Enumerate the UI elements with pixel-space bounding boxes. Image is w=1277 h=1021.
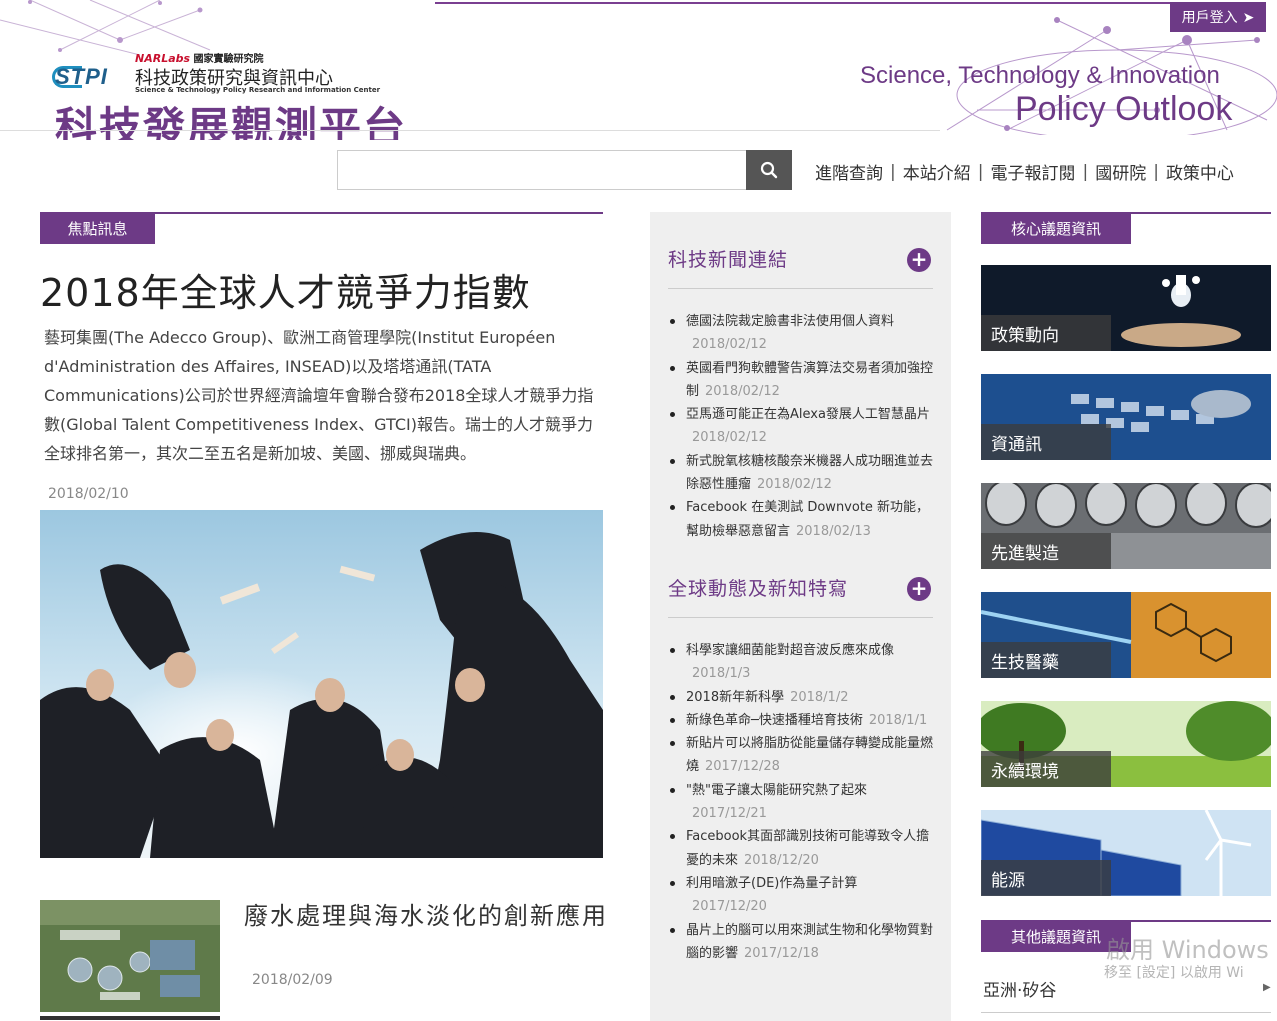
- core-tile-label: 政策動向: [981, 315, 1111, 351]
- list-item[interactable]: "熱"電子讓太陽能研究熱了起來2017/12/21: [668, 779, 936, 826]
- global-news-list: 科學家讓細菌能對超音波反應來成像2018/1/3 2018新年新科學 2018/1…: [668, 639, 936, 965]
- core-tile-ict[interactable]: 資通訊: [981, 374, 1271, 460]
- focus-section-label: 焦點訊息: [40, 212, 155, 244]
- tech-news-title[interactable]: 科技新聞連結: [668, 245, 788, 272]
- nav-separator: |: [977, 161, 984, 182]
- nav-separator: |: [1153, 161, 1159, 182]
- list-item[interactable]: 新貼片可以將脂肪從能量儲存轉變成能量燃燒 2017/12/28: [668, 732, 936, 779]
- tech-news-divider: [668, 288, 933, 289]
- nav-policy-center[interactable]: 政策中心: [1166, 159, 1234, 184]
- tagline-line1: Science, Technology & Innovation: [860, 62, 1220, 89]
- other-item-asia-silicon-valley[interactable]: 亞洲·矽谷: [983, 976, 1056, 1001]
- tech-news-list: 德國法院裁定臉書非法使用個人資料2018/02/12 英國看門狗軟體警告演算法交…: [668, 310, 936, 543]
- login-button[interactable]: 用戶登入 ➤: [1170, 2, 1266, 32]
- other-divider: [981, 1012, 1271, 1013]
- focus-main-title[interactable]: 2018年全球人才競爭力指數: [40, 262, 531, 317]
- list-item[interactable]: 新式脫氧核糖核酸奈米機器人成功睏進並去除惡性腫瘤 2018/02/12: [668, 450, 936, 497]
- thumbnail-underline: [40, 1016, 220, 1020]
- scroll-right-icon[interactable]: ▶: [1263, 982, 1271, 993]
- core-tile-label: 生技醫藥: [981, 642, 1111, 678]
- nav-separator: |: [890, 161, 896, 182]
- core-section-label: 核心議題資訊: [981, 212, 1131, 244]
- focus-main-summary: 藝珂集團(The Adecco Group)、歐洲工商管理學院(Institut…: [44, 328, 594, 463]
- search-input[interactable]: [337, 150, 747, 190]
- stpi-logo[interactable]: STPI: [55, 64, 108, 90]
- list-item[interactable]: Facebook其面部識別技術可能導致令人擔憂的未來 2018/12/20: [668, 825, 936, 872]
- core-tile-manufacturing[interactable]: 先進製造: [981, 483, 1271, 569]
- search-icon: [760, 161, 778, 179]
- windows-activation-watermark: 啟用 Windows: [1106, 936, 1269, 964]
- core-tile-biotech[interactable]: 生技醫藥: [981, 592, 1271, 678]
- core-tile-environment[interactable]: 永續環境: [981, 701, 1271, 787]
- core-tile-label: 能源: [981, 860, 1111, 896]
- tagline-line2: Policy Outlook: [1015, 90, 1233, 128]
- focus-main-photo[interactable]: [40, 510, 603, 858]
- tech-news-more-icon[interactable]: +: [907, 248, 931, 272]
- header-divider: [0, 130, 940, 131]
- list-item[interactable]: Facebook 在美測試 Downvote 新功能，幫助檢舉惡意留言 2018/…: [668, 496, 936, 543]
- site-title[interactable]: 科技發展觀測平台: [55, 94, 407, 140]
- header-top-line: [435, 2, 1175, 4]
- core-tile-label: 永續環境: [981, 751, 1111, 787]
- login-label: 用戶登入: [1181, 9, 1238, 25]
- site-header: 用戶登入 ➤ NARLabs 國家實驗研究院 STPI 科技政策研究與資訊中心 …: [0, 0, 1277, 140]
- org-name-en: Science & Technology Policy Research and…: [135, 86, 381, 94]
- core-tile-policy[interactable]: 政策動向: [981, 265, 1271, 351]
- global-news-divider: [668, 617, 933, 618]
- wastewater-thumbnail[interactable]: [40, 900, 220, 1012]
- paper-plane-icon: ➤: [1242, 8, 1255, 25]
- focus-second-date: 2018/02/09: [252, 972, 333, 988]
- list-item[interactable]: 利用暗激子(DE)作為量子計算2017/12/20: [668, 872, 936, 919]
- global-news-more-icon[interactable]: +: [907, 577, 931, 601]
- narlabs-logo: NARLabs 國家實驗研究院: [135, 52, 264, 65]
- list-item[interactable]: 新綠色革命─快速播種培育技術 2018/1/1: [668, 709, 936, 732]
- core-section-header: 核心議題資訊: [981, 212, 1271, 244]
- focus-second-title[interactable]: 廢水處理與海水淡化的創新應用: [244, 900, 614, 932]
- nav-advanced-search[interactable]: 進階查詢: [815, 159, 883, 184]
- global-news-title[interactable]: 全球動態及新知特寫: [668, 574, 848, 601]
- nav-about[interactable]: 本站介紹: [903, 159, 971, 184]
- core-tile-label: 資通訊: [981, 424, 1111, 460]
- list-item[interactable]: 英國看門狗軟體警告演算法交易者須加強控制 2018/02/12: [668, 357, 936, 404]
- windows-activation-hint: 移至 [設定] 以啟用 Wi: [1104, 965, 1244, 981]
- focus-main-date: 2018/02/10: [48, 486, 129, 502]
- nav-newsletter[interactable]: 電子報訂閱: [990, 159, 1075, 184]
- list-item[interactable]: 2018新年新科學 2018/1/2: [668, 686, 936, 709]
- core-tile-energy[interactable]: 能源: [981, 810, 1271, 896]
- top-nav: 進階查詢 | 本站介紹 | 電子報訂閱 | 國研院 | 政策中心: [815, 159, 1234, 185]
- list-item[interactable]: 晶片上的腦可以用來測試生物和化學物質對腦的影響 2017/12/18: [668, 919, 936, 966]
- list-item[interactable]: 科學家讓細菌能對超音波反應來成像2018/1/3: [668, 639, 936, 686]
- search-button[interactable]: [746, 150, 792, 190]
- list-item[interactable]: 德國法院裁定臉書非法使用個人資料2018/02/12: [668, 310, 936, 357]
- list-item[interactable]: 亞馬遜可能正在為Alexa發展人工智慧晶片2018/02/12: [668, 403, 936, 450]
- nav-narlabs[interactable]: 國研院: [1095, 159, 1146, 184]
- nav-separator: |: [1082, 161, 1089, 182]
- core-tile-label: 先進製造: [981, 533, 1111, 569]
- focus-section-header: 焦點訊息: [40, 212, 603, 244]
